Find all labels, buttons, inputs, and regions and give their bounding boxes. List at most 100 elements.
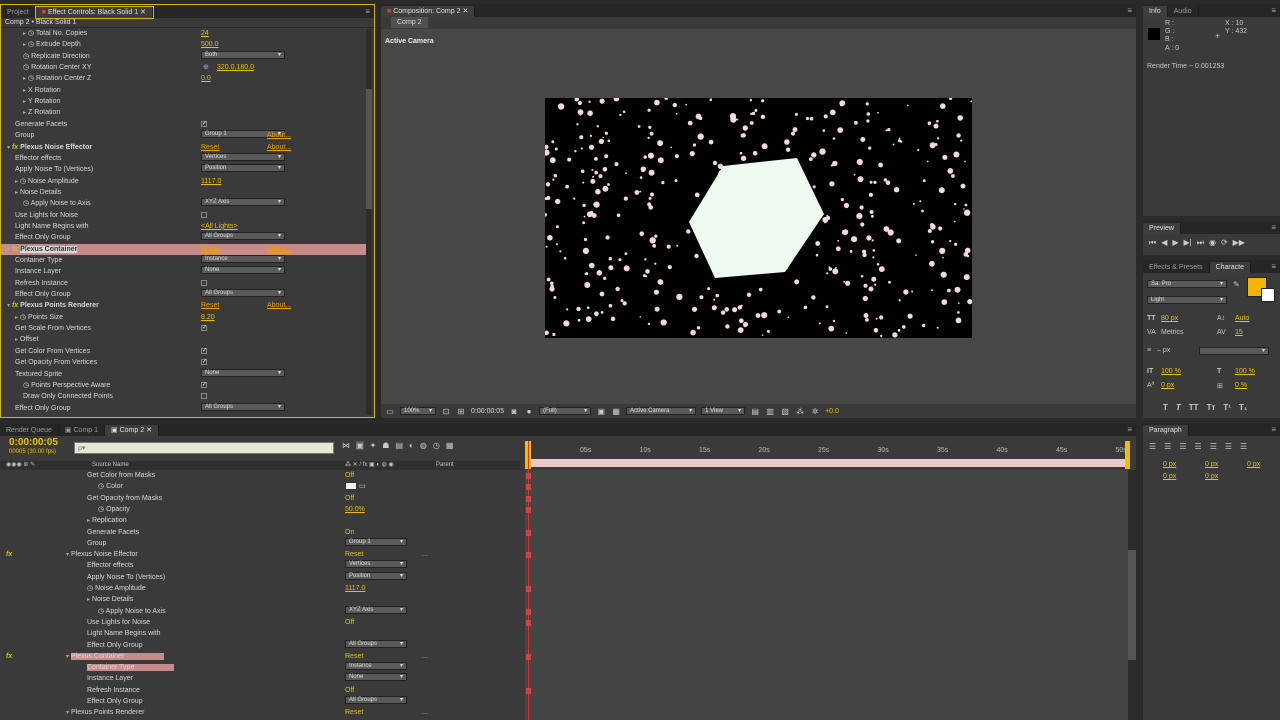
keyframe-marker[interactable] — [526, 495, 531, 502]
close-icon[interactable]: ✕ — [146, 427, 152, 434]
keyframe-marker[interactable] — [526, 687, 531, 694]
comp-viewer[interactable] — [545, 98, 972, 338]
comp-subtab[interactable]: Comp 2 — [391, 17, 428, 28]
tab-paragraph[interactable]: Paragraph — [1143, 425, 1189, 436]
indent-left-value[interactable]: 0 px — [1163, 461, 1176, 468]
timeline-dropdown[interactable]: Position — [345, 571, 407, 580]
ec-row[interactable]: ◷ Replicate Direction Both — [1, 50, 369, 62]
ec-row[interactable]: Textured Sprite None — [1, 368, 369, 380]
twirl-icon[interactable]: ▸ — [87, 597, 90, 603]
safe-margins-icon[interactable]: ⊞ — [456, 407, 466, 416]
ec-row[interactable]: ▾ fx Plexus Points Renderer Reset About... — [1, 300, 369, 311]
timeline-scroll-thumb[interactable] — [1128, 550, 1136, 660]
ec-dropdown[interactable]: All Groups — [201, 232, 285, 241]
leading-value[interactable]: Auto — [1235, 315, 1249, 322]
stopwatch-icon[interactable]: ◷ — [28, 30, 34, 37]
graph-editor-icon[interactable]: ▦ — [446, 441, 454, 450]
ec-scrollbar[interactable] — [366, 29, 372, 415]
ec-row[interactable]: Use Lights for Noise — [1, 210, 369, 221]
panel-menu-icon[interactable]: ≡ — [1127, 6, 1132, 15]
ec-row[interactable]: ▸ ◷ Total No. Copies 24 — [1, 28, 369, 39]
fx-icon[interactable]: fx — [6, 651, 12, 662]
space-before-value[interactable]: 0 px — [1163, 473, 1176, 480]
work-area-bar[interactable] — [528, 459, 1128, 467]
timeline-value[interactable]: Reset — [345, 651, 363, 662]
motion-blur-icon[interactable]: ◐ — [409, 441, 414, 450]
about-link[interactable]: ... — [422, 651, 428, 662]
fast-preview-icon[interactable]: ▥ — [765, 407, 775, 416]
timeline-dropdown[interactable]: Vertices — [345, 560, 407, 569]
timeline-row[interactable]: Refresh Instance Off — [0, 685, 520, 696]
stopwatch-icon[interactable]: ◷ — [98, 483, 104, 490]
fx-icon[interactable]: fx — [12, 246, 18, 253]
reset-link[interactable]: Reset — [201, 300, 219, 311]
timeline-row[interactable]: Group Group 1 — [0, 537, 520, 549]
align-right-icon[interactable]: ☰ — [1179, 442, 1186, 451]
justify-right-icon[interactable]: ☰ — [1225, 442, 1232, 451]
keyframe-marker[interactable] — [526, 608, 531, 615]
timeline-value[interactable]: 50.0% — [345, 504, 365, 515]
timeline-value[interactable]: Reset — [345, 549, 363, 560]
timeline-dropdown[interactable]: All Groups — [345, 639, 407, 648]
ec-row[interactable]: ▸ ◷ Noise Amplitude 1117.0 — [1, 176, 369, 187]
timeline-row[interactable]: Apply Noise To (Vertices) Position — [0, 571, 520, 583]
first-frame-icon[interactable]: ⏮ — [1149, 238, 1156, 248]
close-icon[interactable]: ✕ — [462, 8, 468, 15]
indent-right-value[interactable]: 0 px — [1205, 461, 1218, 468]
eyedropper-icon[interactable]: ✎ — [1233, 280, 1240, 289]
vscale-value[interactable]: 100 % — [1161, 368, 1181, 375]
keyframe-marker[interactable] — [526, 552, 531, 559]
ec-dropdown[interactable]: Both — [201, 50, 285, 59]
timeline-row[interactable]: Light Name Begins with — [0, 628, 520, 639]
camera-dropdown[interactable]: Active Camera — [626, 407, 697, 415]
exposure-value[interactable]: +0.0 — [825, 408, 839, 415]
stopwatch-icon[interactable]: ◷ — [28, 41, 34, 48]
ec-row[interactable]: ▸ Offset — [1, 334, 369, 345]
timeline-row[interactable]: ▸ Noise Details — [0, 594, 520, 605]
current-time[interactable]: 0:00:00:05 — [471, 408, 504, 415]
about-link[interactable]: ... — [422, 549, 428, 560]
timeline-row[interactable]: ▸ Replication — [0, 515, 520, 526]
timeline-row[interactable]: Container Type Instance — [0, 662, 520, 674]
work-area-end[interactable] — [1125, 441, 1130, 469]
timeline-row[interactable]: ◷ Color ▭ — [0, 481, 520, 492]
timeline-row[interactable]: ▾ Plexus Points Renderer Reset... — [0, 707, 520, 718]
ec-row[interactable]: ▸ ◷ Points Size 8.20 — [1, 312, 369, 323]
ec-row[interactable]: GroupGroup 1About... — [1, 130, 369, 141]
color-swatch[interactable]: ▭ — [345, 481, 366, 492]
ram-preview-icon[interactable]: ▶▶ — [1233, 238, 1245, 248]
panel-menu-icon[interactable]: ≡ — [1271, 223, 1276, 232]
timeline-value[interactable]: Off — [345, 685, 354, 696]
fx-icon[interactable]: fx — [12, 302, 18, 309]
timeline-dropdown[interactable]: None — [345, 673, 407, 682]
twirl-icon[interactable]: ▾ — [7, 145, 10, 151]
ec-row[interactable]: Effect Only Group All Groups — [1, 402, 369, 414]
timeline-dropdown[interactable]: Instance — [345, 662, 407, 671]
tab-effect-controls[interactable]: ■ Effect Controls: Black Solid 1 ✕ — [34, 6, 154, 19]
col-parent[interactable]: Parent — [436, 461, 454, 470]
timeline-row[interactable]: ◷ Opacity 50.0% — [0, 504, 520, 515]
twirl-icon[interactable]: ▸ — [23, 76, 26, 82]
timeline-row[interactable]: Effect Only Group All Groups — [0, 696, 520, 707]
stopwatch-icon[interactable]: ◷ — [98, 506, 104, 513]
ec-row[interactable]: ▸ X Rotation — [1, 85, 369, 96]
timeline-row[interactable]: Get Color from Masks Off — [0, 470, 520, 481]
stopwatch-icon[interactable]: ◷ — [87, 585, 93, 592]
tab-render-queue[interactable]: Render Queue — [0, 425, 59, 436]
audio-icon[interactable]: ◉ — [1209, 238, 1216, 248]
twirl-icon[interactable]: ▸ — [23, 99, 26, 105]
twirl-icon[interactable]: ▸ — [15, 315, 18, 321]
about-link[interactable]: About... — [267, 300, 291, 311]
stopwatch-icon[interactable]: ◷ — [23, 382, 29, 389]
baseline-value[interactable]: 0 px — [1161, 382, 1174, 389]
ec-row[interactable]: Effect Only Group All Groups — [1, 289, 369, 300]
twirl-icon[interactable]: ▸ — [23, 88, 26, 94]
play-icon[interactable]: ▶ — [1172, 238, 1178, 248]
twirl-icon[interactable]: ▸ — [15, 179, 18, 185]
ec-value[interactable]: 500.0 — [201, 39, 219, 50]
prev-frame-icon[interactable]: ◀ — [1161, 238, 1167, 248]
about-link[interactable]: About... — [267, 130, 291, 141]
twirl-icon[interactable]: ▸ — [15, 190, 18, 196]
layer-search-input[interactable] — [74, 442, 334, 454]
timeline-value[interactable]: On — [345, 527, 354, 538]
